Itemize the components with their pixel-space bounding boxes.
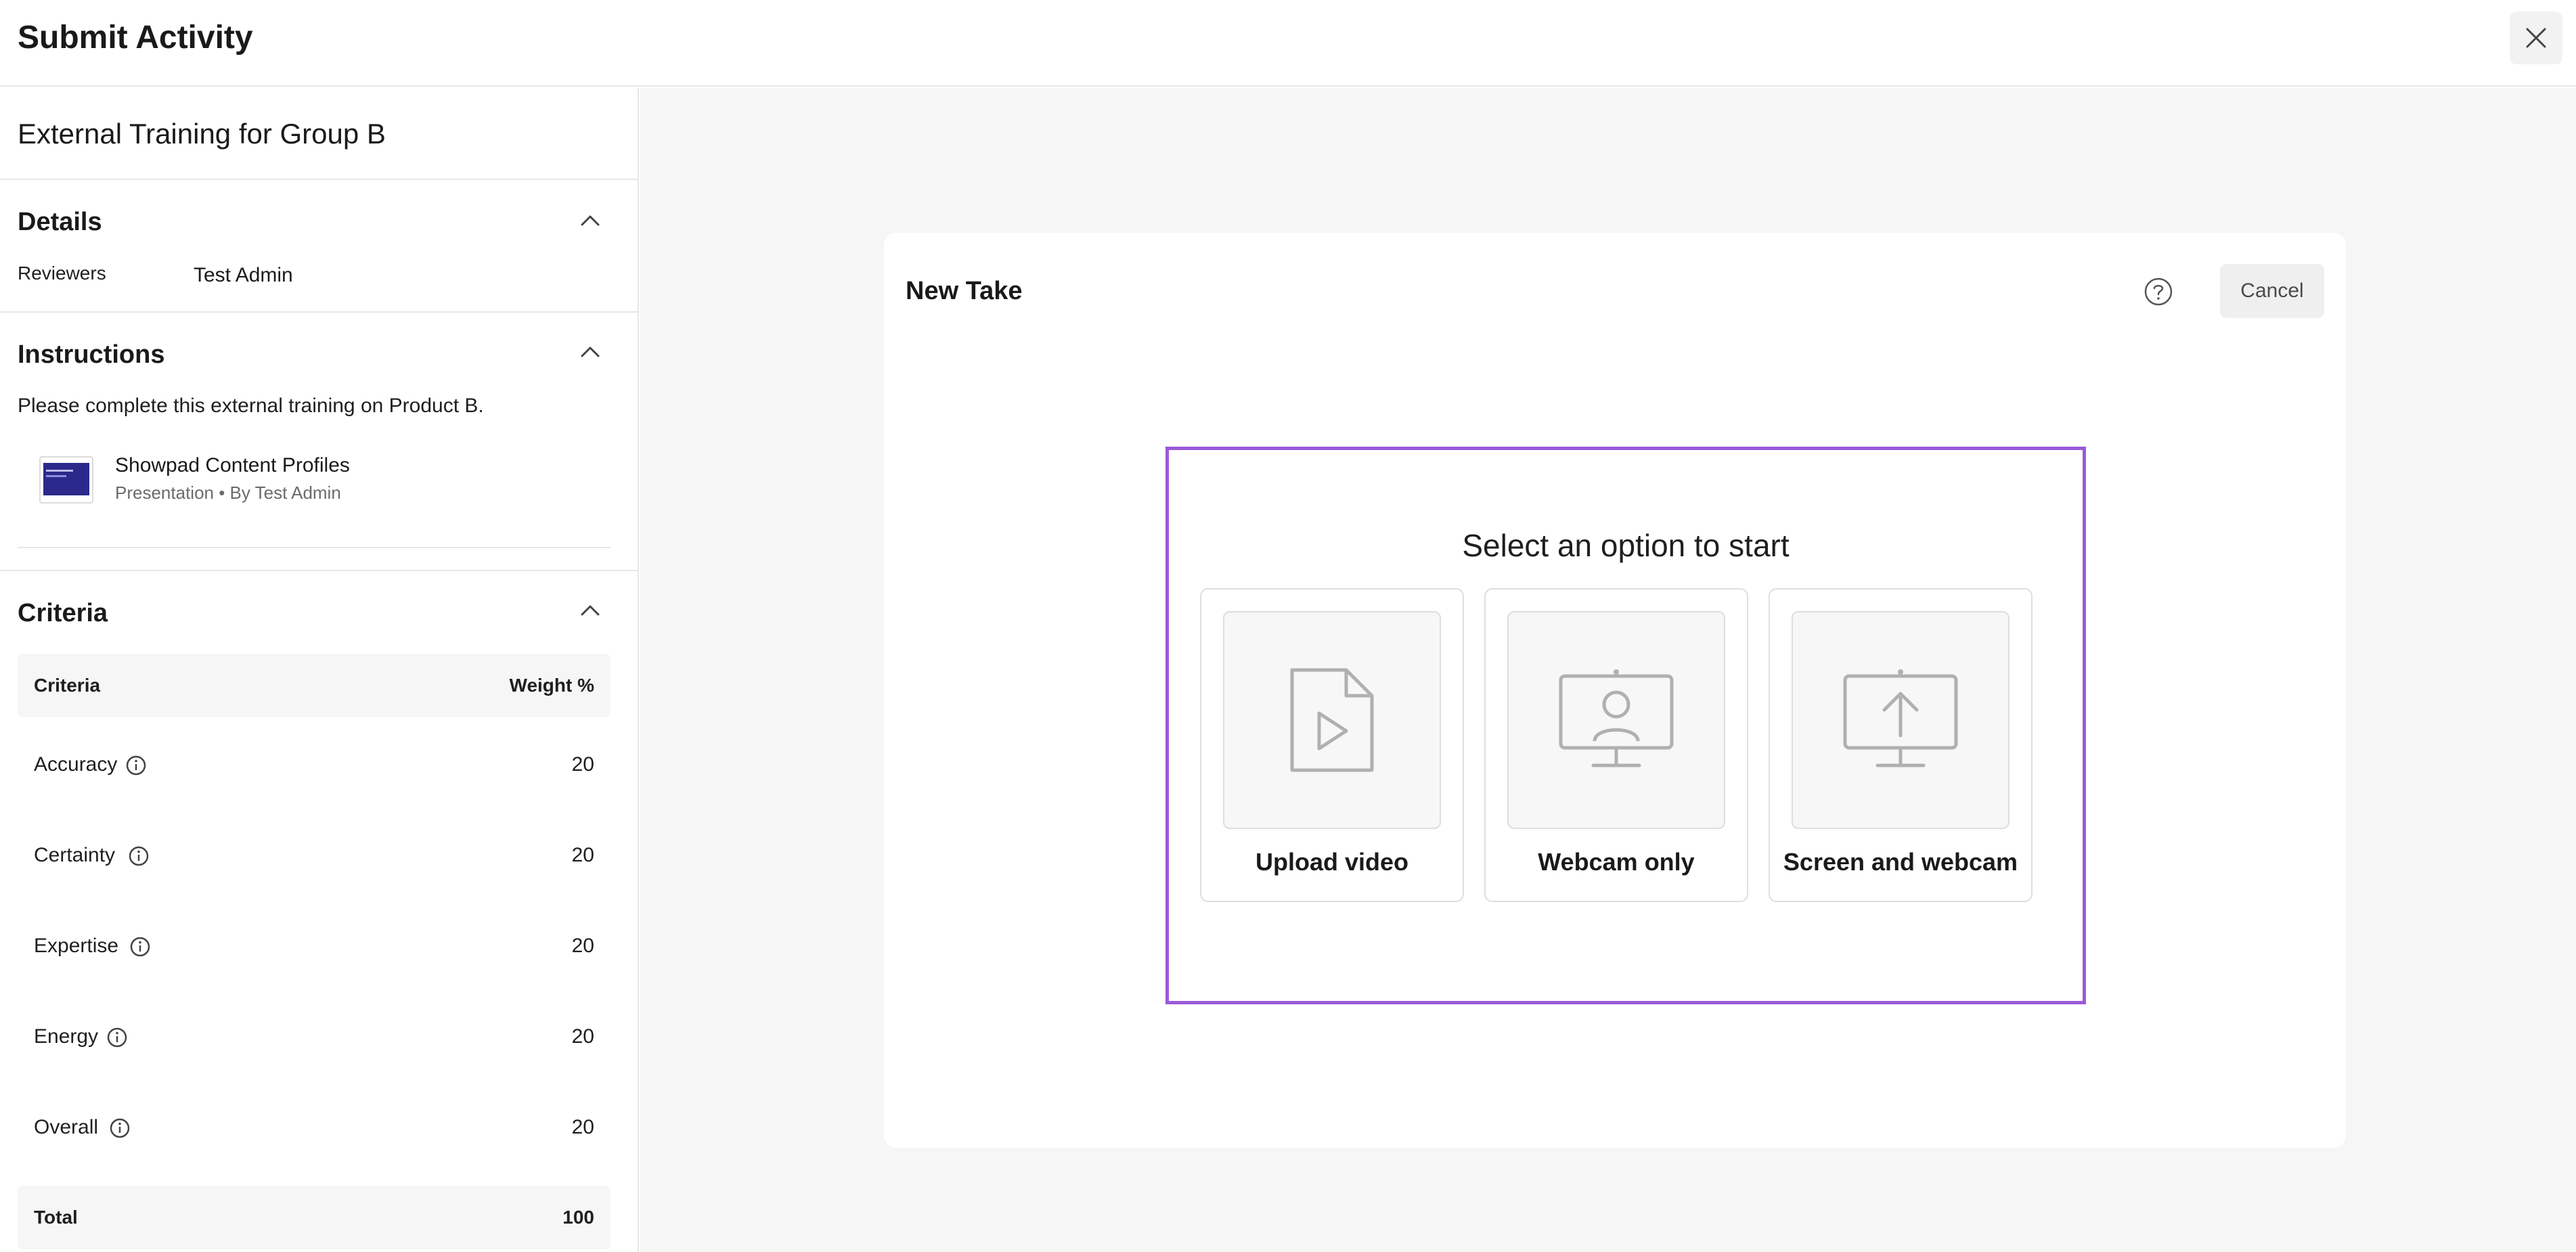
screen-and-webcam-option[interactable]: Screen and webcam bbox=[1769, 588, 2033, 902]
info-icon[interactable] bbox=[106, 1026, 129, 1049]
instructions-section-title: Instructions bbox=[18, 340, 165, 369]
criteria-name: Certainty bbox=[34, 844, 116, 866]
info-icon[interactable] bbox=[129, 935, 152, 958]
chevron-up-icon[interactable] bbox=[577, 597, 604, 624]
divider bbox=[0, 179, 638, 180]
asset-meta: Presentation • By Test Admin bbox=[115, 483, 341, 503]
upload-video-option[interactable]: Upload video bbox=[1200, 588, 1464, 902]
content-asset[interactable]: Showpad Content Profiles Presentation • … bbox=[18, 452, 610, 520]
chevron-up-icon[interactable] bbox=[577, 207, 604, 234]
criteria-weight: 20 bbox=[571, 1116, 594, 1138]
criteria-weight: 20 bbox=[571, 844, 594, 866]
instructions-text: Please complete this external training o… bbox=[18, 395, 484, 417]
option-label: Screen and webcam bbox=[1783, 848, 2018, 876]
divider bbox=[0, 570, 638, 571]
total-value: 100 bbox=[562, 1207, 594, 1228]
criteria-column-header: Criteria bbox=[34, 675, 101, 696]
option-selector: Select an option to start Upload video W… bbox=[1165, 447, 2086, 1004]
criteria-name: Expertise bbox=[34, 935, 119, 957]
divider bbox=[18, 547, 610, 548]
details-section-title: Details bbox=[18, 208, 102, 236]
criteria-weight: 20 bbox=[571, 753, 594, 776]
total-label: Total bbox=[34, 1207, 78, 1228]
close-icon bbox=[2526, 28, 2546, 48]
help-icon[interactable] bbox=[2143, 276, 2174, 307]
option-tile bbox=[1223, 611, 1441, 829]
webcam-monitor-icon bbox=[1559, 669, 1674, 767]
criteria-row: Energy 20 bbox=[18, 1016, 610, 1057]
page-title: Submit Activity bbox=[18, 20, 253, 55]
reviewers-label: Reviewers bbox=[18, 263, 106, 284]
criteria-name: Accuracy bbox=[34, 753, 118, 776]
criteria-row: Certainty 20 bbox=[18, 835, 610, 876]
close-button[interactable] bbox=[2510, 12, 2562, 64]
criteria-name: Energy bbox=[34, 1025, 99, 1048]
card-title: New Take bbox=[906, 277, 1023, 305]
criteria-section-title: Criteria bbox=[18, 599, 108, 627]
select-prompt: Select an option to start bbox=[1462, 528, 1790, 563]
info-icon[interactable] bbox=[108, 1117, 131, 1140]
criteria-row: Expertise 20 bbox=[18, 926, 610, 966]
video-file-icon bbox=[1290, 668, 1374, 772]
option-label: Upload video bbox=[1255, 848, 1409, 876]
activity-name: External Training for Group B bbox=[18, 118, 386, 150]
criteria-weight: 20 bbox=[571, 935, 594, 957]
divider bbox=[0, 311, 638, 313]
criteria-name: Overall bbox=[34, 1116, 99, 1138]
cancel-button[interactable]: Cancel bbox=[2220, 264, 2324, 318]
option-label: Webcam only bbox=[1538, 848, 1695, 876]
criteria-row: Overall 20 bbox=[18, 1107, 610, 1148]
info-icon[interactable] bbox=[127, 845, 150, 868]
screen-share-icon bbox=[1843, 669, 1958, 767]
criteria-total-row: Total 100 bbox=[18, 1186, 610, 1249]
option-tile bbox=[1507, 611, 1725, 829]
header-bar: Submit Activity bbox=[0, 0, 2576, 87]
option-tile bbox=[1792, 611, 2009, 829]
webcam-only-option[interactable]: Webcam only bbox=[1484, 588, 1748, 902]
info-icon[interactable] bbox=[125, 754, 148, 777]
reviewers-value: Test Admin bbox=[194, 264, 293, 286]
activity-sidebar: External Training for Group B Details Re… bbox=[0, 88, 639, 1252]
asset-thumbnail bbox=[39, 456, 93, 504]
chevron-up-icon[interactable] bbox=[577, 338, 604, 365]
asset-name: Showpad Content Profiles bbox=[115, 454, 350, 476]
criteria-row: Accuracy 20 bbox=[18, 744, 610, 785]
main-area: New Take Cancel Select an option to star… bbox=[640, 88, 2576, 1252]
criteria-table-header: Criteria Weight % bbox=[18, 654, 610, 717]
criteria-weight: 20 bbox=[571, 1025, 594, 1048]
new-take-card: New Take Cancel Select an option to star… bbox=[884, 233, 2346, 1148]
weight-column-header: Weight % bbox=[509, 675, 594, 696]
